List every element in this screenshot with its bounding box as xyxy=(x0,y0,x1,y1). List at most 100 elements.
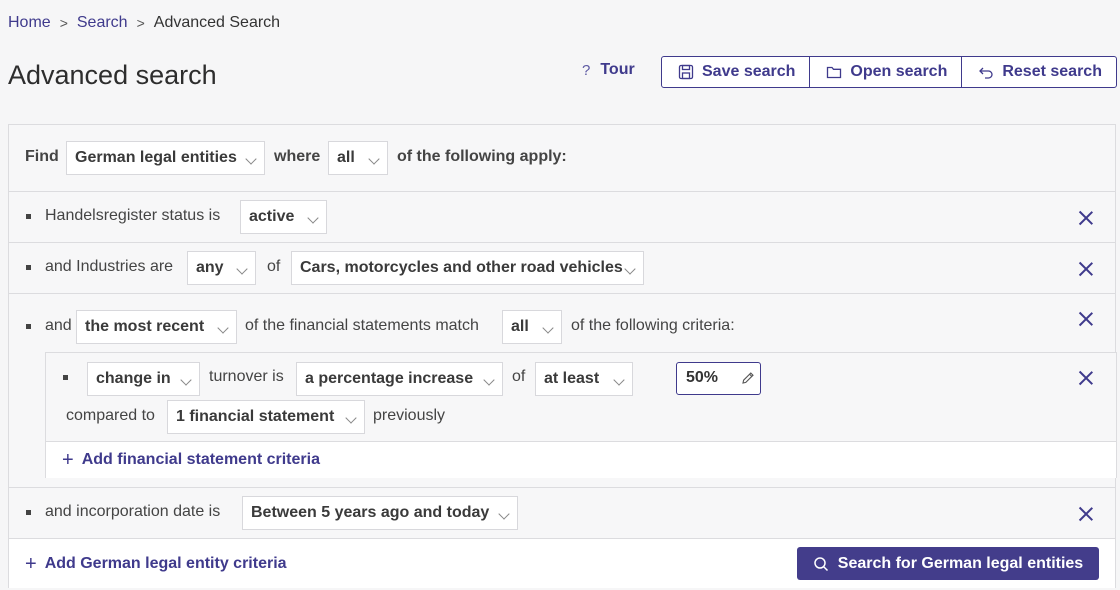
bullet xyxy=(26,265,31,270)
incorporation-criterion-row: and incorporation date is Between 5 year… xyxy=(9,488,1115,539)
folder-icon xyxy=(827,66,842,79)
change-type-select[interactable]: a percentage increase xyxy=(296,362,503,396)
add-financial-criteria-label: Add financial statement criteria xyxy=(81,451,320,468)
breadcrumb-search-link[interactable]: Search xyxy=(77,14,128,32)
chevron-down-icon xyxy=(542,322,554,334)
industries-label: and Industries are xyxy=(45,258,174,275)
incorporation-date-select[interactable]: Between 5 years ago and today xyxy=(242,496,518,530)
status-select[interactable]: active xyxy=(240,200,327,234)
criteria-panel: Find German legal entities where all of … xyxy=(8,124,1117,588)
remove-subcriterion-icon[interactable] xyxy=(1079,371,1093,385)
industries-select-value: Cars, motorcycles and other road vehicle… xyxy=(300,259,623,276)
chevron-down-icon xyxy=(180,374,192,386)
period-select[interactable]: 1 financial statement xyxy=(167,400,365,434)
chevron-down-icon xyxy=(368,153,380,165)
chevron-right-icon: > xyxy=(59,15,68,31)
bullet xyxy=(26,324,31,329)
chevron-down-icon xyxy=(307,212,319,224)
chevron-down-icon xyxy=(217,322,229,334)
plus-icon: + xyxy=(62,449,74,471)
tour-button[interactable]: ? Tour xyxy=(582,61,635,79)
status-label: Handelsregister status is xyxy=(45,207,221,224)
change-mode-select[interactable]: change in xyxy=(87,362,200,396)
financial-suffix: of the following criteria: xyxy=(571,317,735,334)
bound-select[interactable]: at least xyxy=(535,362,633,396)
industries-quantifier-select[interactable]: any xyxy=(187,251,256,285)
where-label: where xyxy=(274,148,321,165)
remove-industries-criterion-icon[interactable] xyxy=(1079,262,1093,276)
chevron-right-icon: > xyxy=(136,15,145,31)
reset-search-label: Reset search xyxy=(1002,63,1102,80)
page-title: Advanced search xyxy=(8,60,217,90)
save-search-button[interactable]: Save search xyxy=(662,57,811,87)
remove-incorporation-criterion-icon[interactable] xyxy=(1079,507,1093,521)
change-mode-value: change in xyxy=(96,370,171,387)
remove-status-criterion-icon[interactable] xyxy=(1079,211,1093,225)
compared-to-label: compared to xyxy=(66,407,155,424)
incorporation-date-value: Between 5 years ago and today xyxy=(251,504,490,521)
chevron-down-icon xyxy=(345,412,357,424)
metric-label: turnover is xyxy=(209,368,284,385)
status-criterion-row: Handelsregister status is active xyxy=(9,192,1115,243)
statement-selection-value: the most recent xyxy=(85,318,205,335)
match-select-value: all xyxy=(337,149,355,166)
plus-icon: + xyxy=(25,553,37,575)
save-icon xyxy=(678,64,694,80)
find-label: Find xyxy=(25,148,59,165)
bullet xyxy=(63,375,68,380)
change-of-label: of xyxy=(512,368,526,385)
period-select-value: 1 financial statement xyxy=(176,408,335,425)
remove-financial-criterion-icon[interactable] xyxy=(1079,312,1093,326)
previously-label: previously xyxy=(373,407,446,424)
incorporation-label: and incorporation date is xyxy=(45,503,221,520)
find-suffix: of the following apply: xyxy=(397,148,567,165)
pencil-icon xyxy=(742,372,754,384)
bound-select-value: at least xyxy=(544,370,600,387)
open-search-label: Open search xyxy=(850,63,948,80)
save-search-label: Save search xyxy=(702,63,796,80)
financial-match-select[interactable]: all xyxy=(502,310,562,344)
tour-label: Tour xyxy=(600,61,635,78)
search-icon xyxy=(814,556,828,571)
undo-icon xyxy=(979,67,993,79)
percentage-input-value: 50% xyxy=(686,369,719,386)
chevron-down-icon xyxy=(498,508,510,520)
breadcrumb: Home > Search > Advanced Search xyxy=(8,14,280,32)
financial-subcriteria-panel: change in turnover is a percentage incre… xyxy=(45,352,1117,478)
industries-select[interactable]: Cars, motorcycles and other road vehicle… xyxy=(291,251,644,285)
entity-select-value: German legal entities xyxy=(75,149,237,166)
add-entity-criteria-button[interactable]: + Add German legal entity criteria xyxy=(25,553,287,576)
industries-criterion-row: and Industries are any of Cars, motorcyc… xyxy=(9,243,1115,294)
statement-selection-select[interactable]: the most recent xyxy=(76,310,237,344)
industries-quantifier-value: any xyxy=(196,259,224,276)
help-icon: ? xyxy=(582,61,591,79)
criteria-footer: + Add German legal entity criteria Search… xyxy=(9,539,1115,588)
breadcrumb-current: Advanced Search xyxy=(153,14,281,31)
add-entity-criteria-label: Add German legal entity criteria xyxy=(44,555,287,572)
search-actions: Save search Open search Reset search xyxy=(661,56,1117,88)
financial-mid-label: of the financial statements match xyxy=(245,317,479,334)
search-entities-label: Search for German legal entities xyxy=(837,554,1084,572)
bullet xyxy=(26,214,31,219)
industries-of-label: of xyxy=(267,258,281,275)
add-financial-criteria-bar: + Add financial statement criteria xyxy=(46,441,1116,478)
bullet xyxy=(26,510,31,515)
chevron-down-icon xyxy=(624,263,636,275)
entity-select[interactable]: German legal entities xyxy=(66,141,265,175)
chevron-down-icon xyxy=(483,374,495,386)
financial-and-label: and xyxy=(45,317,72,334)
chevron-down-icon xyxy=(245,153,257,165)
reset-search-button[interactable]: Reset search xyxy=(962,57,1116,87)
financial-match-value: all xyxy=(511,318,529,335)
open-search-button[interactable]: Open search xyxy=(810,57,963,87)
chevron-down-icon xyxy=(613,374,625,386)
status-select-value: active xyxy=(249,208,295,225)
search-entities-button[interactable]: Search for German legal entities xyxy=(797,547,1099,580)
change-type-value: a percentage increase xyxy=(305,370,474,387)
find-row: Find German legal entities where all of … xyxy=(9,125,1115,192)
chevron-down-icon xyxy=(236,263,248,275)
match-select[interactable]: all xyxy=(328,141,388,175)
percentage-input[interactable]: 50% xyxy=(676,362,761,395)
add-financial-criteria-button[interactable]: + Add financial statement criteria xyxy=(62,449,320,472)
breadcrumb-home-link[interactable]: Home xyxy=(8,14,51,32)
